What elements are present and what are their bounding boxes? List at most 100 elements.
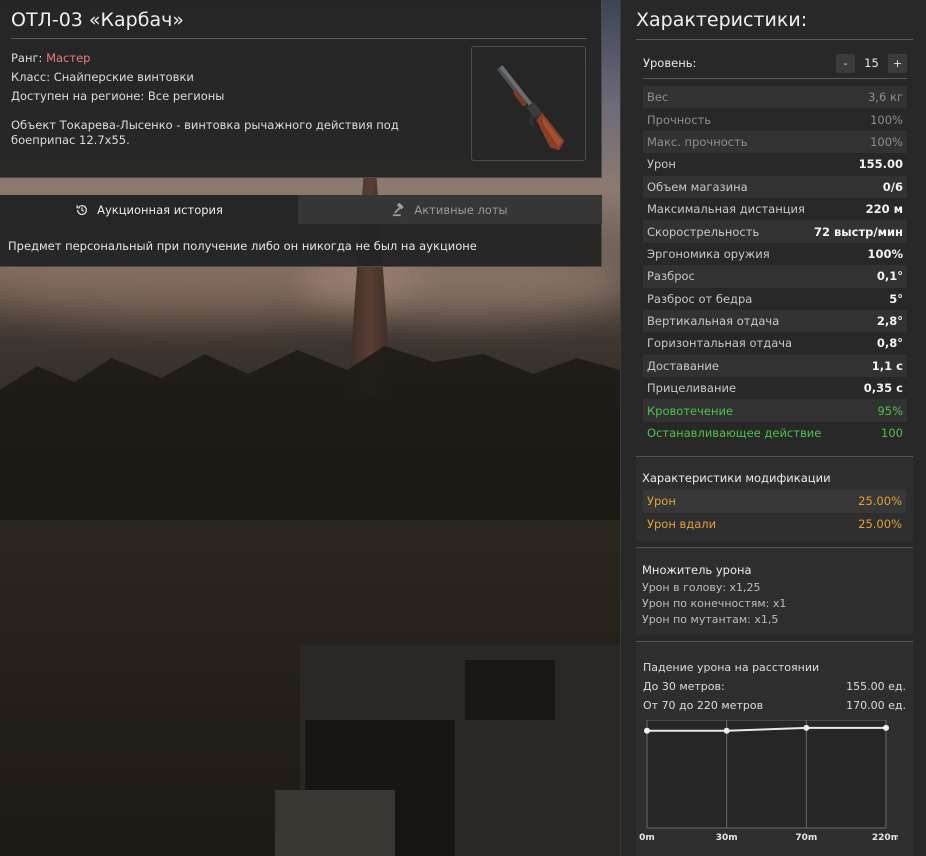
mod-label: Урон: [647, 494, 676, 509]
history-icon: [76, 204, 88, 215]
stat-value: 220 м: [865, 202, 903, 217]
chart-plot-area: [647, 720, 886, 828]
falloff-title: Падение урона на расстоянии: [643, 661, 820, 674]
tab-active-lots[interactable]: Активные лоты: [298, 195, 602, 224]
multiplier-head: Урон в голову: x1,25: [642, 581, 761, 594]
stat-value: 100: [881, 426, 903, 441]
stat-label: Доставание: [647, 358, 719, 373]
divider: [11, 38, 587, 39]
stat-label: Максимальная дистанция: [647, 202, 805, 217]
stat-value: 0,35 с: [863, 381, 903, 396]
item-thumbnail: [471, 46, 586, 161]
stat-label: Эргономика оружия: [647, 246, 770, 261]
falloff-chart: 0m 30m 70m 220m: [639, 720, 898, 843]
multiplier-limbs: Урон по конечностям: x1: [642, 597, 787, 610]
stat-value: 1,1 с: [871, 358, 903, 373]
chart-tick-label: 70m: [795, 833, 817, 843]
stat-label: Объем магазина: [647, 179, 748, 194]
stat-row: Разброс 0,1°: [643, 265, 907, 288]
item-rank: Ранг: Мастер: [11, 51, 90, 65]
level-stepper: - 15 +: [836, 53, 907, 73]
item-title: ОТЛ-03 «Карбач»: [11, 9, 184, 31]
auction-message: Предмет персональный при получение либо …: [8, 239, 477, 253]
falloff-value: 170.00 ед.: [846, 699, 906, 712]
stat-value: 72 выстр/мин: [813, 224, 903, 239]
stat-label: Разброс от бедра: [647, 291, 753, 306]
tab-auction-history[interactable]: Аукционная история: [0, 195, 298, 224]
chart-tick-label: 0m: [639, 833, 655, 843]
divider: [636, 39, 913, 40]
divider: [643, 78, 907, 79]
building: [465, 660, 555, 720]
mod-row: Урон 25.00%: [643, 490, 906, 513]
falloff-label: От 70 до 220 метров: [643, 699, 764, 712]
stat-value: 0,1°: [876, 269, 903, 284]
multiplier-title: Множитель урона: [642, 563, 752, 577]
falloff-row: От 70 до 220 метров 170.00 ед.: [636, 696, 913, 715]
mod-value: 25.00%: [858, 516, 902, 531]
stat-row: Скорострельность 72 выстр/мин: [643, 220, 907, 243]
stat-value: 0/6: [882, 179, 903, 194]
chart-point: [803, 724, 810, 731]
stat-label: Вертикальная отдача: [647, 314, 780, 329]
sidebar-title: Характеристики:: [636, 9, 808, 31]
stat-label: Урон: [647, 157, 676, 172]
stat-label: Разброс: [647, 269, 695, 284]
chart-tick-label: 220m: [872, 833, 898, 843]
stat-value: 95%: [877, 403, 903, 418]
stat-value: 0,8°: [876, 336, 903, 351]
stat-value: 5°: [889, 291, 903, 306]
stat-label: Горизонтальная отдача: [647, 336, 793, 351]
stat-row: Макс. прочность 100%: [643, 130, 907, 154]
building: [275, 790, 395, 856]
stat-value: 100%: [867, 246, 903, 261]
chart-point: [644, 727, 650, 734]
chart-point: [883, 724, 889, 731]
stat-label: Макс. прочность: [647, 134, 748, 149]
multiplier-mutants: Урон по мутантам: x1,5: [642, 613, 779, 626]
tab-label: Аукционная история: [97, 202, 223, 217]
falloff-row: До 30 метров: 155.00 ед.: [636, 677, 913, 696]
stat-value: 100%: [870, 134, 903, 149]
level-value: 15: [864, 56, 879, 70]
chart-tick-label: 30m: [716, 833, 738, 843]
stat-value: 2,8°: [876, 314, 903, 329]
stat-row: Максимальная дистанция 220 м: [643, 198, 907, 220]
stat-row: Вертикальная отдача 2,8°: [643, 309, 907, 333]
rank-label: Ранг:: [11, 51, 47, 65]
item-description: Объект Токарева-Лысенко - винтовка рычаж…: [11, 118, 399, 147]
stat-label: Кровотечение: [647, 403, 734, 418]
stat-row: Доставание 1,1 с: [643, 354, 907, 378]
mod-label: Урон вдали: [647, 516, 717, 531]
stat-value: 3,6 кг: [868, 90, 903, 105]
item-info-panel: ОТЛ-03 «Карбач» Ранг: Мастер Класс: Снай…: [0, 0, 602, 178]
stat-row: Разброс от бедра 5°: [643, 288, 907, 310]
stat-row: Прочность 100%: [643, 108, 907, 130]
level-decrease-button[interactable]: -: [836, 53, 855, 73]
stat-row: Эргономика оружия 100%: [643, 243, 907, 265]
falloff-label: До 30 метров:: [643, 680, 725, 693]
stat-row: Вес 3,6 кг: [643, 86, 907, 109]
item-region: Доступен на регионе: Все регионы: [11, 89, 225, 103]
level-increase-button[interactable]: +: [888, 53, 907, 73]
stat-label: Прицеливание: [647, 381, 737, 396]
gavel-icon: [393, 202, 404, 216]
stat-row: Объем магазина 0/6: [643, 175, 907, 198]
lever-action-rifle-icon: [497, 65, 565, 151]
mod-value: 25.00%: [858, 494, 902, 509]
stat-row: Горизонтальная отдача 0,8°: [643, 332, 907, 354]
stats-list: Вес 3,6 кг Прочность 100% Макс. прочность 100…: [643, 86, 907, 444]
stat-label: Скорострельность: [647, 224, 760, 239]
chart-point: [723, 727, 730, 734]
falloff-value: 155.00 ед.: [846, 680, 906, 693]
mod-characteristics-block: Характеристики модификации Урон 25.00% У…: [636, 456, 913, 542]
tab-label: Активные лоты: [414, 202, 508, 217]
stat-value: 155.00: [858, 157, 903, 172]
stat-row: Кровотечение 95%: [643, 399, 907, 422]
characteristics-sidebar: Характеристики: Уровень: - 15 + Вес 3,6 к…: [620, 0, 926, 856]
stat-label: Останавливающее действие: [647, 426, 822, 441]
stat-row: Останавливающее действие 100: [643, 422, 907, 444]
level-label: Уровень:: [643, 56, 697, 70]
treeline: [0, 346, 620, 530]
mod-row: Урон вдали 25.00%: [643, 513, 906, 536]
